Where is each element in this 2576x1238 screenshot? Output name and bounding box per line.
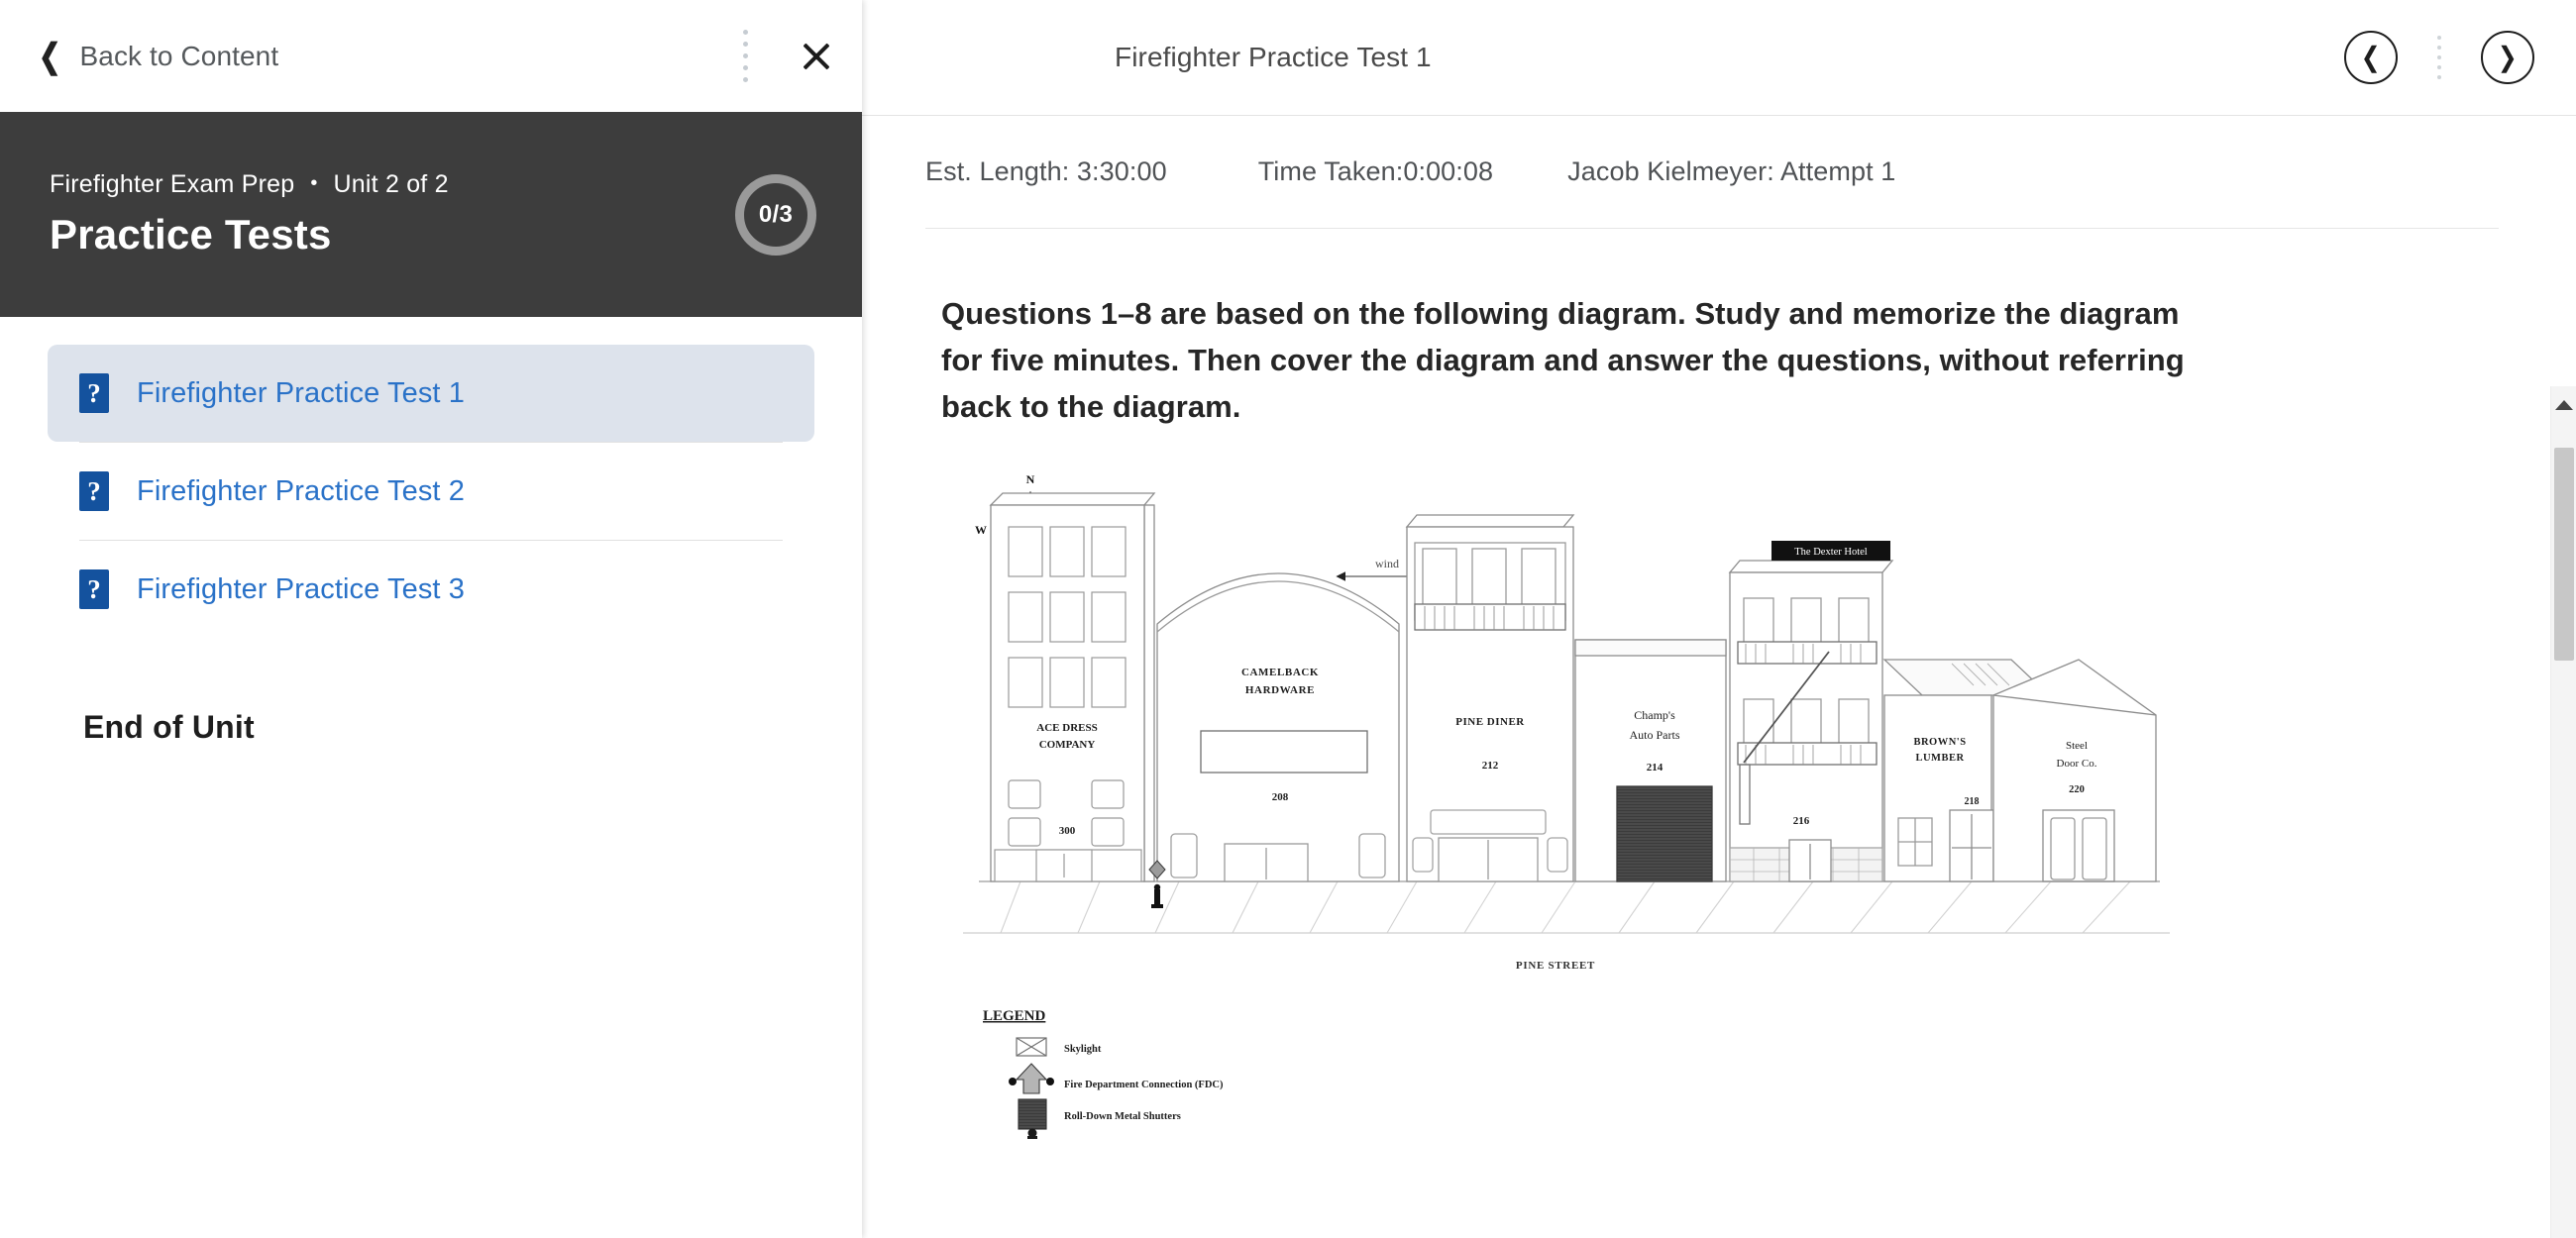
svg-text:HARDWARE: HARDWARE [1245, 684, 1315, 696]
attempt-label: Jacob Kielmeyer: Attempt 1 [1567, 156, 1896, 186]
question-block: Questions 1–8 are based on the following… [862, 229, 2576, 1140]
unit-position: Unit 2 of 2 [333, 170, 449, 198]
legend-label-fdc: Fire Department Connection (FDC) [1064, 1080, 1224, 1090]
sidebar-item-practice-test-3[interactable]: ? Firefighter Practice Test 3 [48, 541, 814, 638]
building-address-208: 208 [1272, 791, 1289, 803]
legend-label-skylight: Skylight [1064, 1044, 1102, 1055]
progress-ring: 0/3 [735, 173, 816, 256]
close-icon [800, 40, 833, 73]
question-badge-icon: ? [79, 471, 109, 511]
scroll-up-arrow-icon[interactable] [2554, 400, 2573, 410]
legend-item-fdc: Fire Department Connection (FDC) [1009, 1063, 1224, 1094]
sidewalk [963, 880, 2170, 934]
building-label-ace-dress: ACE DRESS [1036, 722, 1097, 734]
back-to-content-label: Back to Content [79, 40, 279, 71]
legend-item-shutters: Roll-Down Metal Shutters [1018, 1098, 1181, 1130]
building-pine-diner [1405, 514, 1575, 882]
vertical-dots-drag-handle-icon[interactable] [2398, 31, 2481, 84]
close-panel-button[interactable] [771, 0, 862, 112]
street-diagram-svg: N S E W wind [963, 472, 2170, 1140]
fire-hydrant-marker [1151, 884, 1163, 909]
compass-west-label: W [975, 523, 987, 537]
building-steel-door-co [1992, 659, 2157, 882]
sidebar-topbar: ❮ Back to Content [0, 0, 862, 112]
building-ace-dress-company [989, 492, 1156, 882]
progress-value: 0/3 [758, 200, 794, 228]
legend-item-skylight: Skylight [1016, 1037, 1102, 1057]
sidebar-item-practice-test-1[interactable]: ? Firefighter Practice Test 1 [48, 345, 814, 442]
practice-test-list: ? Firefighter Practice Test 1 ? Firefigh… [0, 317, 862, 638]
sidebar-item-label: Firefighter Practice Test 1 [137, 376, 465, 409]
legend-title: LEGEND [983, 1008, 1046, 1024]
course-player: ❮ Back to Content Firefighter Exam Prep … [0, 0, 2576, 1238]
back-to-content-button[interactable]: ❮ Back to Content [36, 40, 278, 73]
compass-north-label: N [1026, 472, 1035, 486]
sidebar-item-practice-test-2[interactable]: ? Firefighter Practice Test 2 [48, 443, 814, 540]
chevron-left-circle-icon[interactable]: ❮ [2344, 31, 2398, 84]
test-title: Firefighter Practice Test 1 [1115, 42, 1432, 72]
building-address-216: 216 [1793, 815, 1810, 827]
building-camelback-hardware [1156, 572, 1400, 882]
sidebar-item-label: Firefighter Practice Test 3 [137, 572, 465, 605]
next-glyph: ❯ [2498, 42, 2518, 72]
building-address-220: 220 [2069, 784, 2085, 795]
question-nav-controls: ❮ ❯ [2344, 31, 2534, 84]
svg-text:COMPANY: COMPANY [1039, 739, 1096, 751]
building-label-champs: Champ's [1634, 708, 1675, 722]
building-label-camelback: CAMELBACK [1241, 667, 1319, 678]
test-content-area: Firefighter Practice Test 1 ❮ ❯ Est. Len… [862, 0, 2576, 1238]
building-address-300: 300 [1059, 825, 1076, 837]
building-label-dexter-hotel: The Dexter Hotel [1794, 547, 1868, 558]
prev-glyph: ❮ [2361, 42, 2381, 72]
legend-label-shutters: Roll-Down Metal Shutters [1064, 1111, 1181, 1122]
svg-text:Door Co.: Door Co. [2057, 758, 2097, 770]
svg-text:Auto Parts: Auto Parts [1630, 728, 1680, 742]
building-dexter-hotel [1728, 560, 1894, 882]
page-title: Practice Tests [50, 211, 332, 258]
vertical-dots-drag-handle-icon[interactable] [719, 0, 771, 112]
question-badge-icon: ? [79, 373, 109, 413]
question-prompt: Questions 1–8 are based on the following… [941, 296, 2185, 425]
building-label-pine-diner: PINE DINER [1455, 716, 1525, 728]
building-champs-auto-parts [1574, 639, 1727, 882]
building-address-218: 218 [1965, 796, 1980, 807]
breadcrumb: Firefighter Exam Prep • Unit 2 of 2 [50, 170, 449, 199]
chevron-right-circle-icon[interactable]: ❯ [2481, 31, 2534, 84]
street-name-label: PINE STREET [1516, 960, 1595, 972]
building-label-steel-door: Steel [2066, 740, 2088, 752]
unit-header-text: Firefighter Exam Prep • Unit 2 of 2 Prac… [50, 170, 449, 258]
content-scrollbar[interactable] [2550, 386, 2576, 1238]
chevron-left-icon: ❮ [38, 37, 61, 75]
end-of-unit-label: End of Unit [83, 709, 255, 745]
roll-down-shutter [1616, 785, 1713, 882]
building-label-browns-lumber: BROWN'S [1913, 737, 1966, 748]
wind-label: wind [1375, 557, 1399, 570]
building-address-214: 214 [1647, 762, 1664, 774]
course-name: Firefighter Exam Prep [50, 170, 295, 198]
street-diagram: N S E W wind [961, 465, 2368, 1140]
breadcrumb-separator-icon: • [310, 171, 318, 194]
unit-sidebar-panel: ❮ Back to Content Firefighter Exam Prep … [0, 0, 862, 1238]
sidebar-topbar-actions [719, 0, 862, 112]
main-topbar: Firefighter Practice Test 1 ❮ ❯ [862, 0, 2576, 116]
scrollbar-thumb[interactable] [2554, 448, 2574, 661]
test-meta-row: Est. Length: 3:30:00 Time Taken:0:00:08 … [862, 116, 2576, 228]
svg-text:LUMBER: LUMBER [1915, 753, 1964, 764]
sidebar-item-label: Firefighter Practice Test 2 [137, 474, 465, 507]
legend-item-hydrant: Fire Hydrant [1027, 1128, 1037, 1140]
building-address-212: 212 [1482, 760, 1499, 772]
question-badge-icon: ? [79, 569, 109, 609]
time-taken-label: Time Taken:0:00:08 [1257, 156, 1494, 186]
est-length-label: Est. Length: 3:30:00 [925, 156, 1167, 186]
unit-header: Firefighter Exam Prep • Unit 2 of 2 Prac… [0, 112, 862, 317]
